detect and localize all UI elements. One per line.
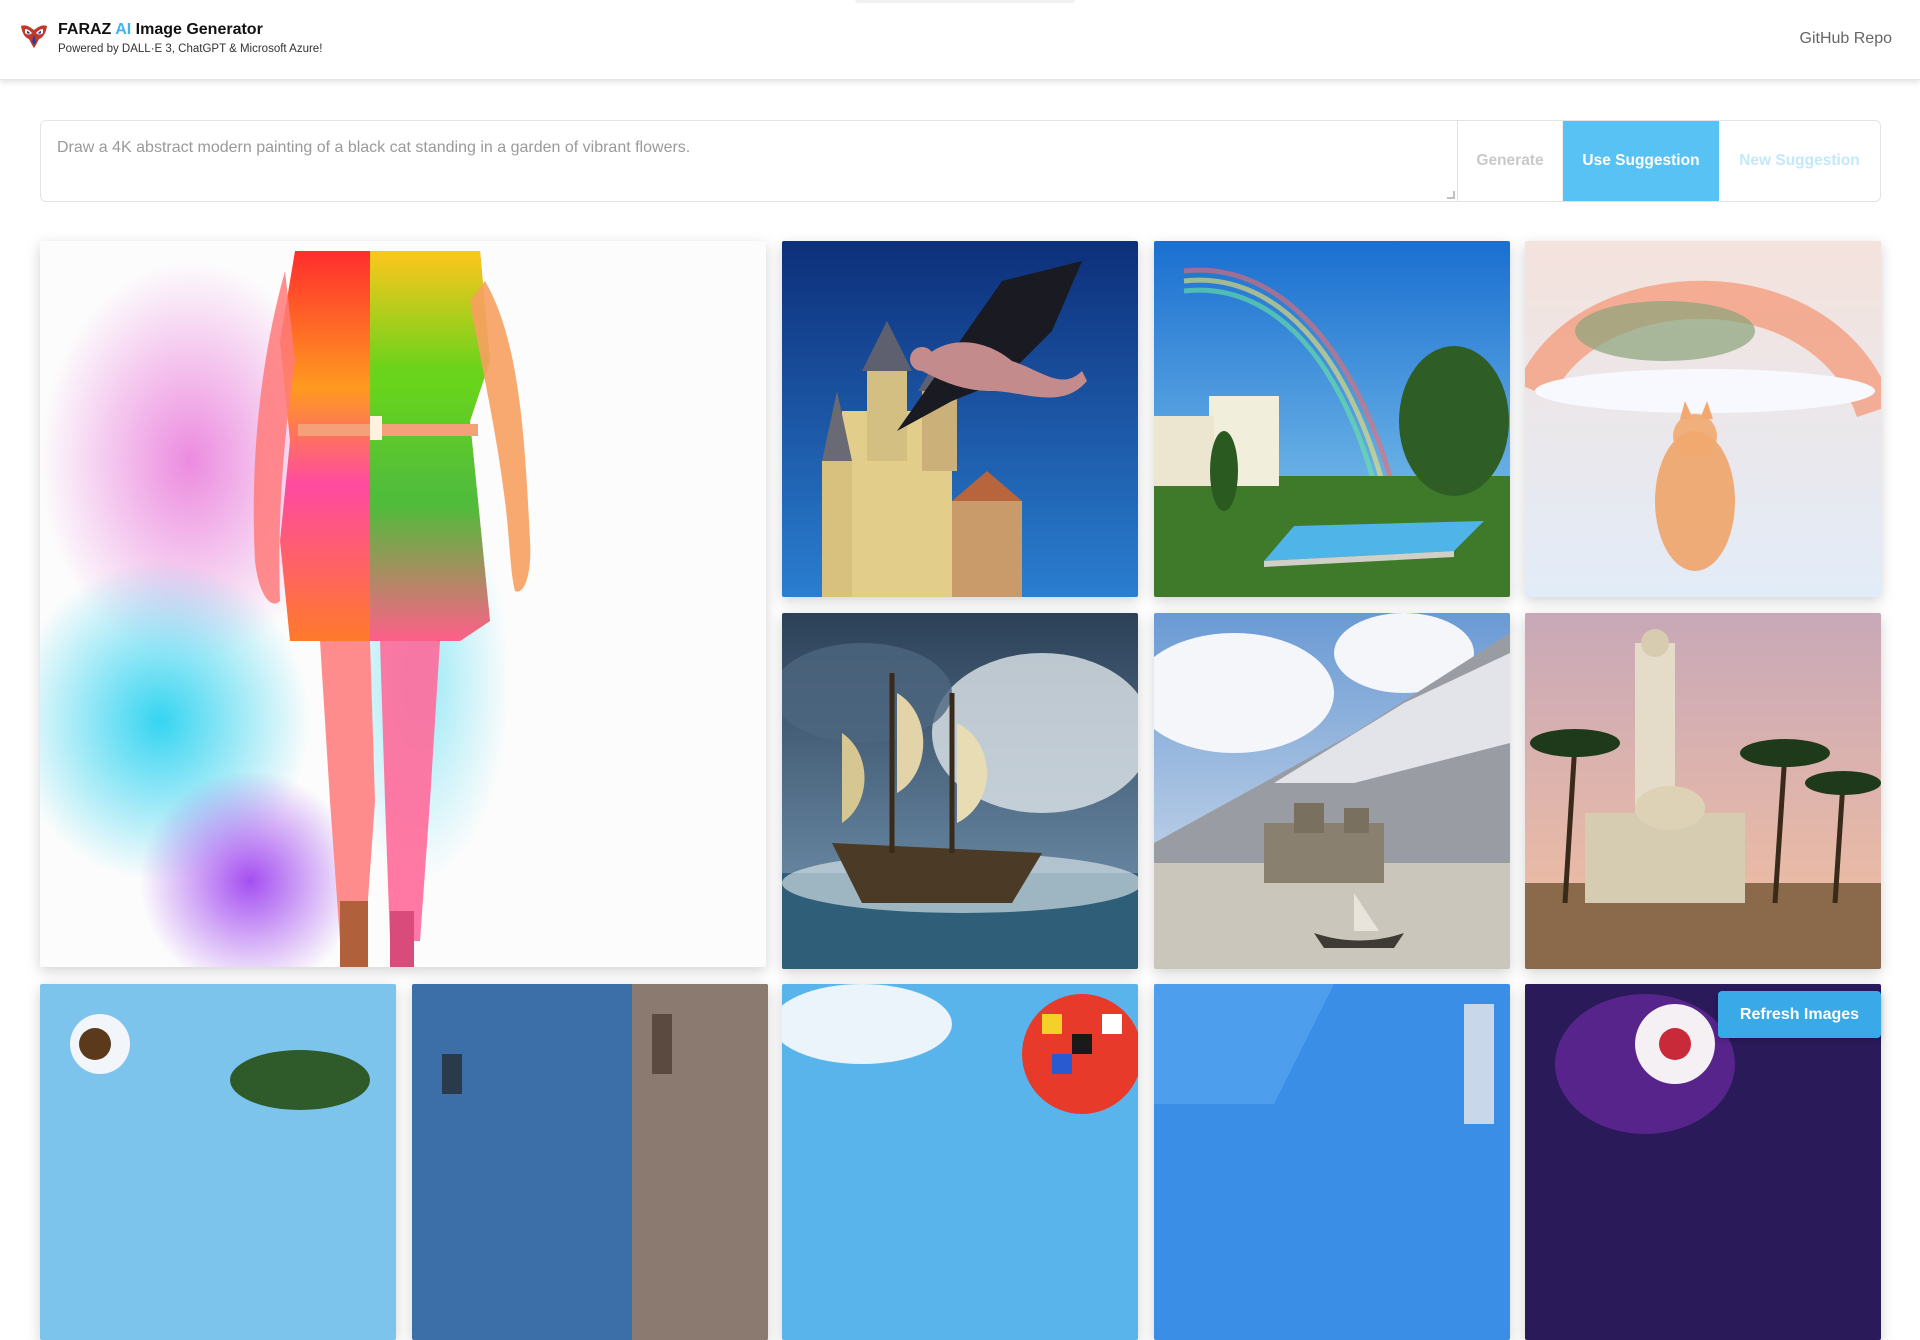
blue-city-art <box>1154 984 1510 1340</box>
brand-subtitle: Powered by DALL·E 3, ChatGPT & Microsoft… <box>58 43 323 55</box>
pirate-ship-art <box>782 613 1138 969</box>
brand-name: FARAZ <box>58 21 112 38</box>
gallery-image-pastel-cat[interactable] <box>1525 241 1881 597</box>
github-repo-link[interactable]: GitHub Repo <box>1800 30 1893 48</box>
use-suggestion-button[interactable]: Use Suggestion <box>1563 121 1719 201</box>
browser-tab-hint <box>855 0 1075 3</box>
prompt-textarea[interactable] <box>41 121 1457 201</box>
brand-rest: Image Generator <box>135 21 263 38</box>
gallery-image-rainbow-garden[interactable] <box>1154 241 1510 597</box>
gallery-image-watercolor-woman[interactable] <box>40 241 766 967</box>
stone-tower-art <box>412 984 768 1340</box>
generate-button[interactable]: Generate <box>1458 121 1563 201</box>
brand[interactable]: FARAZ AI Image Generator Powered by DALL… <box>18 20 322 57</box>
image-gallery <box>40 241 1881 1340</box>
gallery-image-palm-palace[interactable] <box>1525 613 1881 969</box>
mountain-castle-art <box>1154 613 1510 969</box>
mask-logo-icon <box>21 25 47 48</box>
watercolor-woman-art <box>40 241 766 967</box>
refresh-images-button[interactable]: Refresh Images <box>1718 991 1881 1038</box>
top-navbar: FARAZ AI Image Generator Powered by DALL… <box>0 0 1920 80</box>
gallery-image-blue-city[interactable] <box>1154 984 1510 1340</box>
gallery-image-dragon-castle[interactable] <box>782 241 1138 597</box>
prompt-wrapper <box>41 121 1458 201</box>
pastel-cat-art <box>1525 241 1881 597</box>
brand-title: FARAZ AI Image Generator <box>58 20 322 40</box>
gallery-image-astronaut-sky[interactable] <box>40 984 396 1340</box>
hot-air-balloon-art <box>782 984 1138 1340</box>
rainbow-garden-art <box>1154 241 1510 597</box>
dragon-castle-art <box>782 241 1138 597</box>
gallery-image-hot-air-balloon[interactable] <box>782 984 1138 1340</box>
palm-palace-art <box>1525 613 1881 969</box>
brand-ai: AI <box>115 21 132 38</box>
astronaut-sky-art <box>40 984 396 1340</box>
gallery-image-mountain-castle[interactable] <box>1154 613 1510 969</box>
prompt-form: Generate Use Suggestion New Suggestion <box>40 120 1881 202</box>
gallery-image-pirate-ship[interactable] <box>782 613 1138 969</box>
resize-handle-icon[interactable] <box>1447 191 1455 199</box>
new-suggestion-button[interactable]: New Suggestion <box>1719 121 1880 201</box>
gallery-image-stone-tower[interactable] <box>412 984 768 1340</box>
